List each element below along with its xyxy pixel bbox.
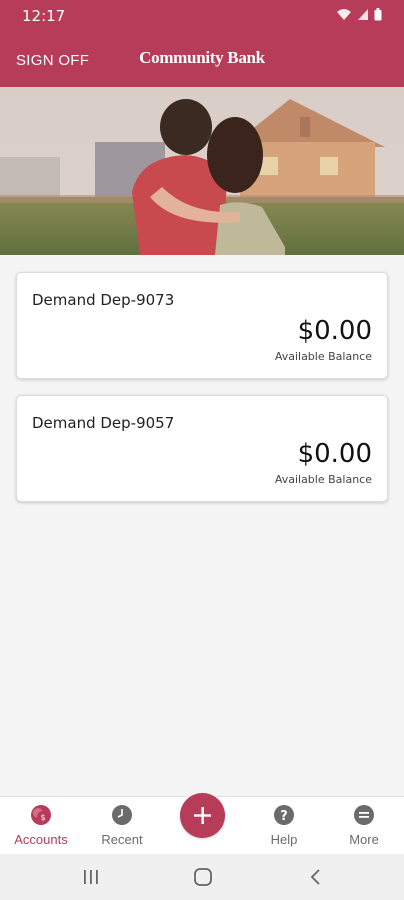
- balance-label: Available Balance: [274, 350, 372, 363]
- more-icon: [354, 805, 374, 825]
- tab-more[interactable]: More: [324, 797, 404, 855]
- add-action-button[interactable]: [180, 793, 225, 838]
- tab-label: Recent: [101, 832, 143, 847]
- hero-photo: [0, 87, 404, 255]
- clock-icon: [112, 805, 132, 825]
- tab-label: Accounts: [14, 832, 68, 847]
- account-balance: $0.00: [297, 439, 372, 469]
- plus-icon: [194, 807, 211, 824]
- home-button[interactable]: [191, 866, 215, 888]
- recent-apps-button[interactable]: [79, 866, 103, 888]
- account-balance: $0.00: [297, 316, 372, 346]
- signal-icon: [358, 9, 368, 20]
- battery-icon: [374, 8, 382, 21]
- home-icon: [194, 868, 212, 886]
- tab-recent[interactable]: Recent: [82, 797, 162, 855]
- tab-label: Help: [270, 832, 298, 847]
- tab-help[interactable]: ? Help: [244, 797, 324, 855]
- balance-label: Available Balance: [274, 473, 372, 486]
- status-time: 12:17: [22, 7, 66, 25]
- account-name: Demand Dep-9057: [32, 414, 175, 432]
- tab-label: More: [349, 832, 379, 847]
- app-header: SIGN OFF Community Bank: [0, 30, 404, 87]
- system-nav-bar: [0, 854, 404, 900]
- back-icon: [310, 869, 320, 885]
- status-icons: [336, 8, 382, 21]
- status-bar: 12:17: [0, 0, 404, 30]
- tab-accounts[interactable]: $ Accounts: [1, 797, 81, 855]
- account-card[interactable]: Demand Dep-9073 $0.00 Available Balance: [16, 272, 388, 379]
- recent-apps-icon: [84, 870, 98, 884]
- svg-text:$: $: [40, 813, 45, 822]
- help-icon: ?: [274, 805, 294, 825]
- wifi-icon: [337, 9, 351, 20]
- hero-image: [0, 87, 404, 255]
- svg-text:?: ?: [280, 809, 288, 824]
- back-button[interactable]: [304, 866, 328, 888]
- accounts-icon: $: [31, 805, 51, 825]
- account-card[interactable]: Demand Dep-9057 $0.00 Available Balance: [16, 395, 388, 502]
- account-name: Demand Dep-9073: [32, 291, 175, 309]
- brand-logo: Community Bank: [139, 48, 265, 67]
